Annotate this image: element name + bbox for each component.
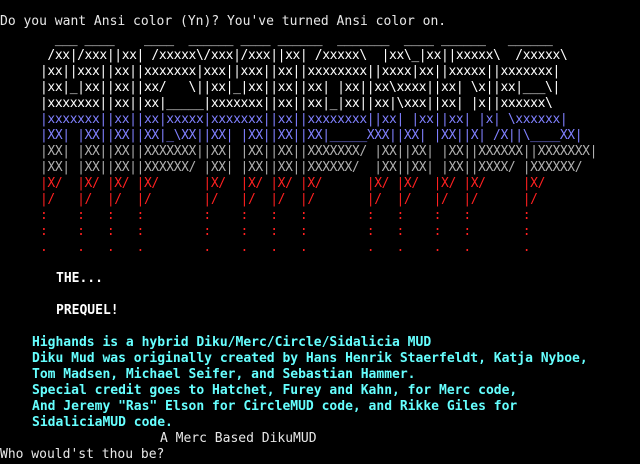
banner-art-line: : : : : : : : : : : : : : [40,224,531,239]
banner-art-line: |xxxxxxx||xx||xx|xxxxx|xxxxxxx||xx||xxxx… [40,112,568,127]
banner-art-line: : : : : : : : : : : : : : [40,208,531,223]
info-line: And Jeremy "Ras" Elson for CircleMUD cod… [32,399,518,414]
banner-art-line: |xx||xxx||xx||xxxxxxx|xxx||xxx||xx||xxxx… [40,64,560,79]
info-line: Diku Mud was originally created by Hans … [32,351,588,366]
info-line: Highands is a hybrid Diku/Merc/Circle/Si… [32,335,432,350]
info-line: Tom Madsen, Michael Seifer, and Sebastia… [32,367,416,382]
banner-art-line: /xx|/xxx||xx| /xxxxx\/xxx|/xxx||xx| /xxx… [40,48,568,63]
ascii-banner-art: ___ ____ ____ ______ ____ ______ _______… [40,32,597,256]
login-prompt-text: Who would'st thou be? [0,447,165,462]
banner-art-line: |X/ |X/ |X/ |X/ |X/ |X/ |X/ |X/ |X/ |X/ … [40,176,546,191]
banner-art-line: |XX| |XX||XX||XX|_\XX||XX| |XX||XX||XX|_… [40,128,583,143]
banner-art-line: ___ ____ ____ ______ ____ ______ _______… [40,32,553,47]
merc-based-line: A Merc Based DikuMUD [160,431,317,446]
login-prompt[interactable]: Who would'st thou be? [0,447,164,463]
subtitle-prequel: PREQUEL! [56,303,119,318]
info-line: SidaliciaMUD code. [32,415,173,430]
info-line: Special credit goes to Hatchet, Furey an… [32,383,518,398]
subtitle-the: THE... [56,271,103,286]
banner-art-line: |XX| |XX||XX||XXXXXX/ |XX| |XX||XX||XXXX… [40,160,583,175]
banner-art-line: |xx|_|xx||xx||xx/ \||xx|_|xx||xx||xx| |x… [40,80,560,95]
terminal-screen: Do you want Ansi color (Yn)? You've turn… [0,0,640,464]
banner-art-line: |xxxxxxx||xx||xx|_____|xxxxxxx||xx||xx|_… [40,96,553,111]
ansi-prompt-line: Do you want Ansi color (Yn)? You've turn… [0,14,447,29]
banner-art-line: . . . . . . . . . . . . . [40,240,531,255]
banner-art-line: |XX| |XX||XX||XXXXXXX||XX| |XX||XX||XXXX… [40,144,597,159]
banner-art-line: |/ |/ |/ |/ |/ |/ |/ |/ |/ |/ |/ |/ |/ [40,192,538,207]
